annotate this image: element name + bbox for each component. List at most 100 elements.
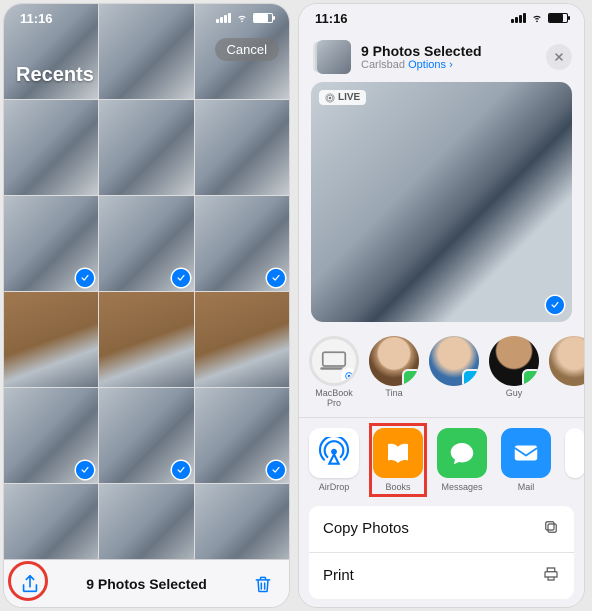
selection-check[interactable]: [172, 461, 190, 479]
checkmark-icon: [80, 273, 90, 283]
album-title: Recents: [16, 64, 94, 87]
photo-thumb[interactable]: [195, 484, 289, 559]
share-header: 9 Photos Selected Carlsbad Options ›: [299, 32, 584, 82]
avatar: [309, 336, 359, 386]
live-badge: LIVE: [319, 90, 366, 105]
photo-thumb[interactable]: [99, 100, 193, 195]
photo-thumb[interactable]: [99, 196, 193, 291]
action-copy-photos[interactable]: Copy Photos: [309, 506, 574, 553]
app-books[interactable]: Books: [373, 428, 423, 492]
close-button[interactable]: [546, 44, 572, 70]
app-label: Mail: [518, 482, 535, 492]
close-icon: [553, 51, 565, 63]
photo-thumb[interactable]: [4, 388, 98, 483]
contact-name: MacBook Pro: [309, 389, 359, 409]
airdrop-contact[interactable]: Tina: [369, 336, 419, 409]
app-mail[interactable]: Mail: [501, 428, 551, 492]
trash-icon: [253, 574, 273, 594]
photo-thumb[interactable]: [99, 484, 193, 559]
header-text: 9 Photos Selected Carlsbad Options ›: [361, 43, 536, 71]
header-location: Carlsbad: [361, 59, 405, 71]
airdrop-contact[interactable]: MacBook Pro: [309, 336, 359, 409]
photo-thumb[interactable]: [195, 100, 289, 195]
photo-thumb[interactable]: [4, 100, 98, 195]
selection-check[interactable]: [546, 296, 564, 314]
wifi-icon: [530, 13, 544, 23]
share-sheet: 9 Photos Selected Carlsbad Options › LIV…: [299, 4, 584, 607]
skype-badge-icon: [464, 371, 479, 386]
selection-check[interactable]: [267, 269, 285, 287]
photo-preview[interactable]: LIVE: [311, 82, 572, 322]
app-label: AirDrop: [319, 482, 350, 492]
photo-thumb[interactable]: [195, 196, 289, 291]
messages-badge-icon: [404, 371, 419, 386]
status-icons: [511, 13, 568, 23]
cancel-button[interactable]: Cancel: [215, 38, 279, 61]
share-icon: [19, 573, 41, 595]
photo-thumb[interactable]: [4, 292, 98, 387]
copy-icon: [542, 518, 560, 540]
action-print[interactable]: Print: [309, 553, 574, 599]
avatar: [489, 336, 539, 386]
messages-badge-icon: [524, 371, 539, 386]
selection-check[interactable]: [172, 269, 190, 287]
photo-thumb[interactable]: [99, 292, 193, 387]
mail-icon: [501, 428, 551, 478]
app-label: Messages: [441, 482, 482, 492]
status-icons: [216, 13, 273, 23]
photo-thumb[interactable]: [4, 484, 98, 559]
airdrop-badge-icon: [341, 368, 357, 384]
checkmark-icon: [271, 273, 281, 283]
photo-thumb[interactable]: [195, 388, 289, 483]
preview-area[interactable]: LIVE: [299, 82, 584, 322]
options-link[interactable]: Options ›: [408, 59, 453, 71]
photo-thumb[interactable]: [195, 292, 289, 387]
books-icon: [373, 428, 423, 478]
status-time: 11:16: [20, 11, 53, 26]
airdrop-icon: [309, 428, 359, 478]
share-actions-list: Copy Photos Print: [309, 506, 574, 599]
photos-picker-screen: 11:16 Recents Cancel 9 Photos Selected: [4, 4, 289, 607]
status-bar: 11:16: [299, 4, 584, 32]
app-airdrop[interactable]: AirDrop: [309, 428, 359, 492]
live-icon: [325, 93, 335, 103]
contact-name: Guy: [506, 389, 523, 399]
avatar: [549, 336, 584, 386]
action-label: Copy Photos: [323, 520, 409, 537]
app-label: Books: [385, 482, 410, 492]
share-sheet-screen: 11:16 9 Photos Selected Carlsbad Options…: [299, 4, 584, 607]
checkmark-icon: [176, 465, 186, 475]
header-title: 9 Photos Selected: [361, 43, 536, 59]
share-apps-row: AirDrop Books Messages Mail: [299, 417, 584, 506]
airdrop-contacts-row[interactable]: MacBook Pro Tina Guy: [299, 322, 584, 417]
status-time: 11:16: [315, 11, 348, 26]
app-messages[interactable]: Messages: [437, 428, 487, 492]
delete-button[interactable]: [251, 572, 275, 596]
signal-icon: [216, 13, 231, 23]
messages-icon: [437, 428, 487, 478]
airdrop-contact[interactable]: Guy: [489, 336, 539, 409]
checkmark-icon: [80, 465, 90, 475]
battery-icon: [548, 13, 568, 23]
status-bar: 11:16: [4, 4, 289, 32]
more-icon: [565, 428, 584, 478]
photo-thumb[interactable]: [4, 196, 98, 291]
selection-check[interactable]: [76, 269, 94, 287]
airdrop-contact[interactable]: [429, 336, 479, 409]
photo-grid[interactable]: [4, 4, 289, 559]
header-subtitle: Carlsbad Options ›: [361, 59, 536, 71]
selection-check[interactable]: [76, 461, 94, 479]
avatar: [369, 336, 419, 386]
share-button[interactable]: [18, 572, 42, 596]
photo-thumb[interactable]: [99, 388, 193, 483]
checkmark-icon: [271, 465, 281, 475]
checkmark-icon: [176, 273, 186, 283]
print-icon: [542, 565, 560, 587]
airdrop-contact[interactable]: [549, 336, 584, 409]
action-label: Print: [323, 567, 354, 584]
wifi-icon: [235, 13, 249, 23]
selection-check[interactable]: [267, 461, 285, 479]
app-more[interactable]: [565, 428, 584, 492]
signal-icon: [511, 13, 526, 23]
contact-name: Tina: [385, 389, 402, 399]
